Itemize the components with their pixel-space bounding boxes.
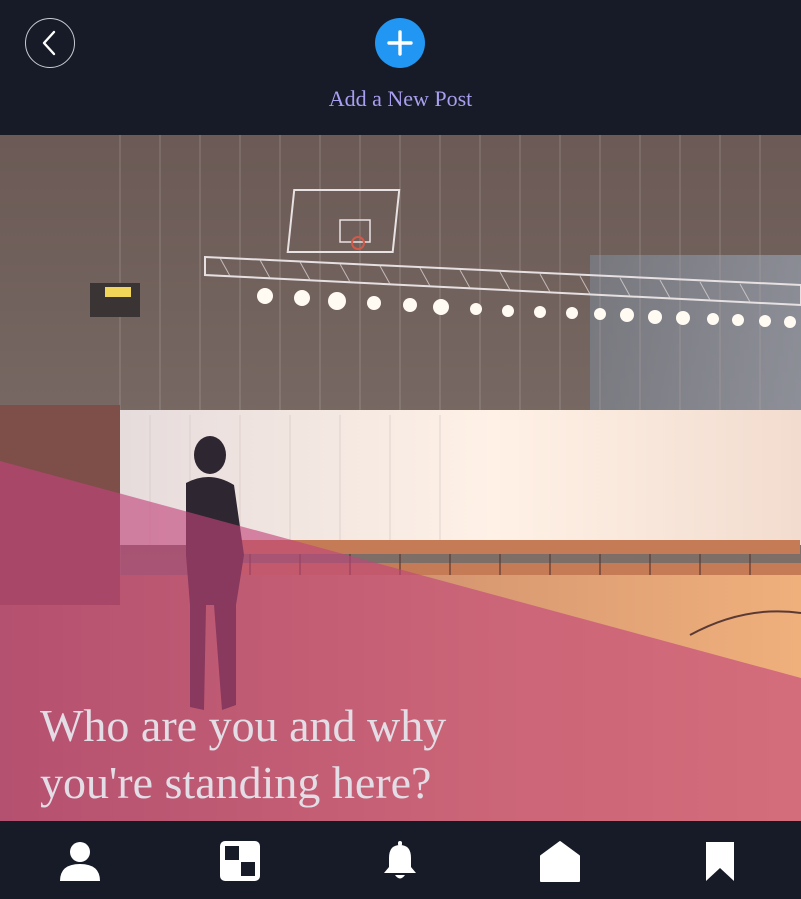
post-caption: Who are you and why you're standing here… (40, 697, 540, 811)
plus-icon (387, 30, 413, 56)
tab-notifications[interactable] (378, 839, 422, 883)
add-post-button[interactable] (375, 18, 425, 68)
bookmark-icon (706, 842, 734, 881)
bottom-tab-bar (0, 821, 801, 899)
bell-icon (384, 841, 416, 879)
board-icon (220, 841, 260, 881)
tab-board[interactable] (218, 839, 262, 883)
chevron-left-icon (42, 30, 56, 56)
user-icon (60, 842, 100, 881)
caption-line-2: you're standing here? (40, 757, 432, 808)
caption-line-1: Who are you and why (40, 700, 447, 751)
tab-bookmarks[interactable] (698, 839, 742, 883)
back-button[interactable] (25, 18, 75, 68)
home-icon (540, 841, 580, 882)
top-bar: Add a New Post (0, 0, 801, 135)
add-post-label[interactable]: Add a New Post (0, 86, 801, 112)
tab-home[interactable] (538, 839, 582, 883)
post-image: Who are you and why you're standing here… (0, 135, 801, 821)
tab-profile[interactable] (58, 839, 102, 883)
